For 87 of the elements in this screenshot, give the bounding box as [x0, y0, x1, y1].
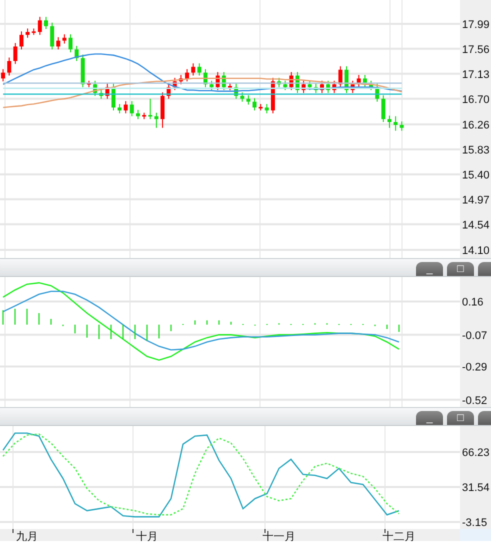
candlestick [1, 68, 6, 82]
axis-label: 0.16 [462, 296, 484, 309]
candlestick [369, 80, 374, 91]
candlestick [203, 68, 208, 88]
candlestick [210, 80, 214, 91]
axis-label: 14.10 [462, 244, 490, 257]
candlestick [148, 98, 152, 120]
candlestick [74, 45, 79, 62]
candlestick [387, 115, 392, 128]
window-button[interactable]: □ [447, 411, 474, 425]
candlestick [326, 80, 330, 94]
candlestick [277, 77, 282, 88]
candlestick [394, 116, 398, 132]
candlestick [7, 57, 12, 76]
candlestick [80, 54, 85, 88]
candlestick [38, 16, 42, 36]
candlestick [136, 109, 140, 120]
candlestick [338, 66, 342, 88]
candlestick [166, 83, 171, 100]
candlestick [240, 92, 244, 102]
axis-label: -0.52 [462, 394, 488, 407]
candlestick [105, 83, 110, 100]
axis-label: -3.15 [462, 517, 488, 529]
axis-label: 17.99 [462, 18, 490, 31]
candlestick [68, 34, 73, 53]
window-button[interactable]: _ [416, 411, 443, 425]
candlestick [332, 80, 336, 94]
candlestick [308, 80, 312, 91]
axis-label: -0.07 [462, 330, 488, 342]
candlestick [32, 28, 36, 36]
candlestick [289, 72, 294, 91]
candlestick [252, 98, 257, 111]
axis-label: 17.13 [462, 68, 490, 81]
axis-label: 17.56 [462, 44, 490, 56]
axis-label: 16.70 [462, 94, 490, 106]
candlestick [264, 104, 269, 114]
candlestick [142, 112, 146, 120]
candlestick [197, 62, 202, 76]
candlestick [13, 42, 18, 64]
candlestick [234, 83, 238, 100]
axis-label: 15.83 [462, 144, 490, 156]
candlestick [124, 100, 128, 114]
candlestick [222, 72, 226, 91]
axis-label: 14.54 [462, 219, 490, 232]
candlestick [160, 92, 165, 128]
axis-label: 15.40 [462, 169, 490, 182]
candlestick [191, 62, 196, 76]
candlestick [362, 74, 367, 88]
candlestick [185, 68, 190, 82]
candlestick [375, 83, 380, 102]
candlestick [62, 34, 66, 44]
candlestick [44, 16, 48, 30]
candlestick [26, 28, 30, 38]
candlestick [270, 77, 275, 114]
candlestick [154, 112, 158, 128]
candlestick [228, 83, 232, 91]
candlestick [93, 80, 98, 96]
candlestick [258, 104, 263, 111]
candlestick [130, 100, 134, 117]
candlestick [56, 36, 60, 50]
candlestick [302, 80, 306, 94]
axis-label: 66.23 [462, 447, 490, 459]
candlestick [344, 66, 349, 94]
window-button[interactable]: □ [447, 262, 474, 276]
candlestick [320, 80, 324, 94]
candlestick [172, 77, 177, 91]
candlestick [400, 120, 404, 132]
window-button[interactable]: _ [416, 262, 443, 276]
candlestick [178, 74, 183, 85]
candlestick [283, 80, 288, 91]
candlestick [295, 72, 300, 94]
candlestick [350, 80, 355, 94]
candlestick [86, 80, 91, 88]
candlestick [246, 94, 250, 106]
candlestick [216, 72, 220, 91]
candlestick [381, 94, 386, 123]
axis-label: -0.29 [462, 362, 488, 374]
candlestick [314, 83, 318, 94]
candlestick [118, 104, 122, 114]
candlestick [356, 74, 361, 88]
axis-label: 14.97 [462, 194, 490, 206]
candlestick [111, 83, 116, 111]
axis-label: 31.54 [462, 482, 490, 494]
candlestick [99, 88, 104, 100]
candlestick [50, 22, 54, 50]
axis-label: 16.26 [462, 119, 490, 132]
candlestick [19, 30, 24, 50]
